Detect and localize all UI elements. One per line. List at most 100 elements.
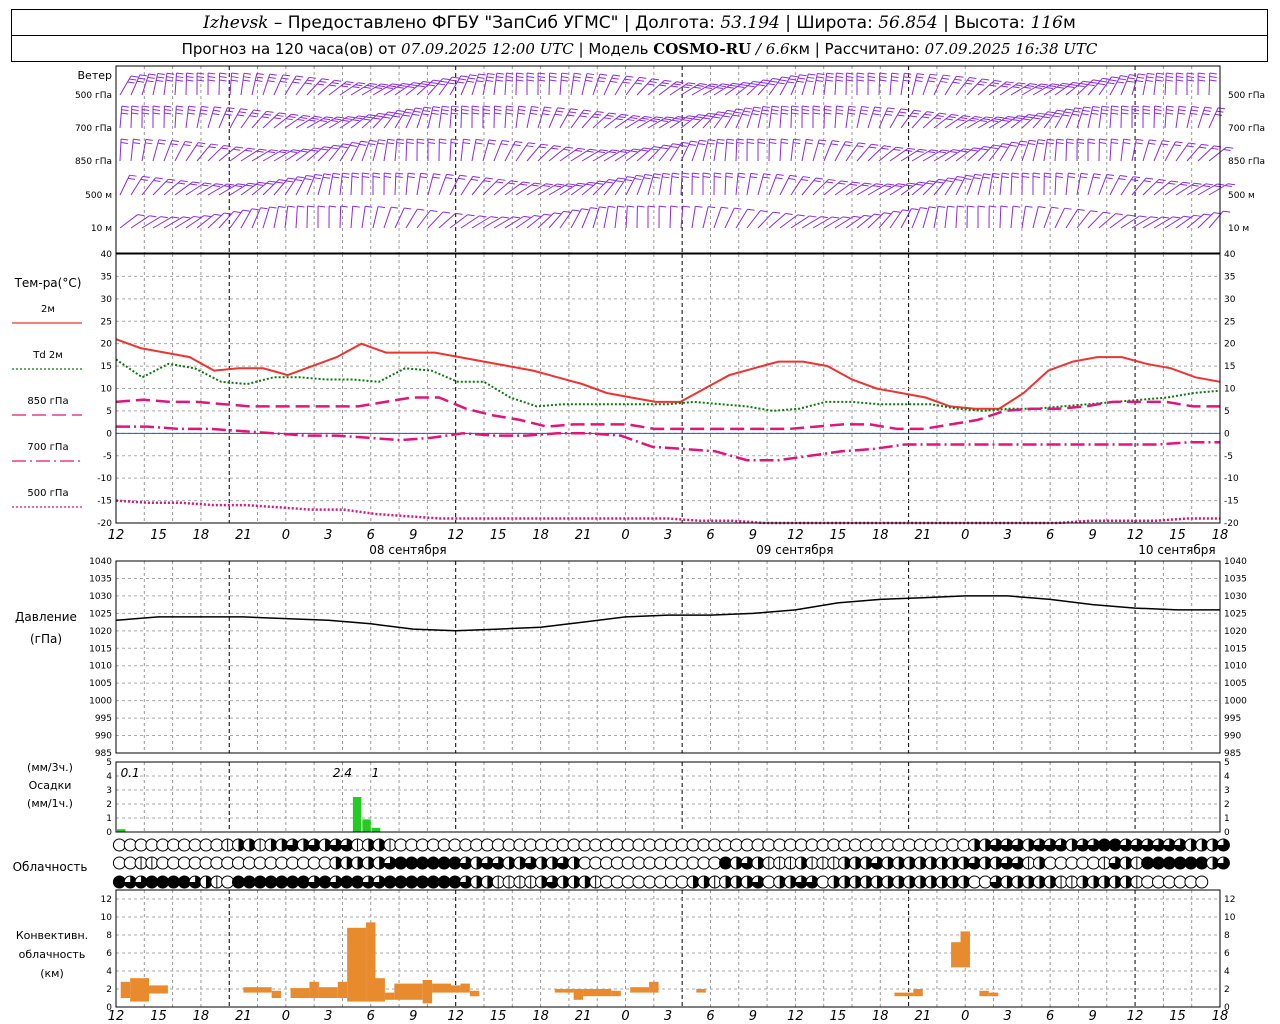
temp-tick-right: 0 — [1224, 429, 1230, 439]
wind-barb — [1109, 106, 1113, 129]
wind-barb-flag — [894, 185, 902, 188]
cloud-symbol-fill — [145, 876, 158, 888]
wind-barb-flag — [303, 115, 311, 117]
wind-barb-flag — [433, 173, 441, 176]
wind-barb-flag — [643, 177, 651, 180]
wind-barb-flag — [722, 115, 731, 118]
time-tick-label: 12 — [447, 528, 464, 543]
wind-frame — [115, 65, 1221, 254]
wind-barb-flag — [164, 109, 172, 112]
wind-barb-flag — [828, 178, 836, 181]
wind-barb-flag — [662, 176, 670, 179]
wind-barb-flag — [736, 138, 744, 141]
wind-barb-flag — [288, 177, 296, 180]
wind-barb-flag — [1056, 86, 1064, 89]
time-tick-label: 18 — [532, 528, 549, 543]
wind-barb — [185, 106, 190, 129]
wind-barb-flag — [544, 106, 552, 109]
wind-barb-flag — [663, 144, 671, 147]
wind-barb-flag — [332, 172, 341, 175]
wind-barb-flag — [516, 76, 524, 79]
wind-barb-flag — [142, 105, 150, 108]
wind-barb-flag — [644, 115, 652, 118]
wind-barb-flag — [249, 115, 257, 118]
wind-barb-flag — [1111, 142, 1119, 145]
wind-barb-flag — [644, 173, 652, 176]
cloud-symbol — [177, 856, 191, 870]
wind-barb-flag — [287, 205, 295, 208]
wind-barb-flag — [579, 115, 587, 118]
wind-barb-flag — [175, 112, 183, 115]
wind-barb-flag — [121, 112, 129, 115]
wind-barb-flag — [793, 138, 801, 141]
wind-level-label-right: 500 гПа — [1228, 91, 1265, 101]
wind-barb-flag — [747, 138, 755, 141]
wind-barb-flag — [267, 151, 275, 154]
wind-barb-flag — [148, 73, 156, 76]
wind-barb-flag — [1018, 143, 1026, 146]
wind-barb-flag — [806, 138, 814, 141]
wind-barb-flag — [147, 76, 155, 79]
wind-barb-flag — [1175, 141, 1183, 144]
wind-barb-flag — [682, 205, 690, 208]
wind-barb-flag — [911, 112, 919, 115]
wind-barb-flag — [430, 210, 438, 212]
wind-barb-flag — [359, 143, 367, 146]
wind-barb-flag — [384, 176, 392, 179]
wind-barb-flag — [643, 147, 651, 150]
wind-barb-flag — [325, 116, 334, 119]
cloud-symbol — [903, 838, 917, 852]
wind-barb-flag — [413, 82, 421, 85]
wind-barb-flag — [432, 176, 440, 179]
wind-barb-flag — [661, 82, 669, 85]
wind-barb — [1153, 73, 1158, 96]
wind-level-label-left: 700 гПа — [75, 124, 112, 134]
wind-barb-flag — [472, 105, 480, 108]
wind-barb-flag — [594, 113, 602, 116]
wind-barb-flag — [542, 185, 550, 188]
wind-barb-flag — [891, 76, 899, 79]
wind-barb — [724, 172, 727, 196]
wind-barb-flag — [825, 181, 834, 184]
wind-title: Ветер — [78, 69, 112, 82]
wind-barb-flag — [585, 79, 593, 82]
wind-barb — [779, 214, 798, 229]
temp-tick-left: 15 — [101, 362, 112, 372]
wind-barb-flag — [747, 142, 755, 145]
wind-barb-flag — [1092, 176, 1100, 179]
wind-barb-flag — [366, 84, 374, 87]
time-tick-label-bottom: 3 — [324, 1009, 332, 1024]
temp-legend-label: 850 гПа — [27, 396, 68, 407]
wind-barb-flag — [377, 206, 386, 209]
wind-barb-flag — [982, 118, 991, 121]
cloud-symbol — [426, 838, 440, 852]
wind-barb-flag — [1012, 205, 1021, 208]
wind-barb-flag — [695, 205, 703, 208]
wind-barb-flag — [475, 142, 483, 145]
wind-barb-flag — [899, 111, 907, 114]
wind-barb-flag — [567, 183, 576, 186]
wind-barb — [955, 206, 958, 229]
wind-barb-flag — [494, 105, 502, 108]
wind-barb-flag — [534, 214, 542, 217]
wind-barb-flag — [451, 109, 459, 112]
wind-barb-flag — [1126, 80, 1134, 83]
wind-barb-flag — [742, 113, 750, 116]
wind-barb-flag — [1032, 172, 1041, 175]
time-tick-label-bottom: 12 — [447, 1009, 464, 1024]
convective-bar — [979, 990, 989, 997]
wind-barb-flag — [681, 141, 689, 144]
wind-barb-flag — [597, 151, 605, 154]
cloud-symbol — [231, 856, 245, 870]
wind-barb-flag — [753, 106, 761, 109]
wind-barb-flag — [165, 181, 173, 184]
wind-barb-flag — [121, 109, 129, 112]
cloud-symbol-fill — [1141, 857, 1154, 869]
wind-barb-flag — [577, 147, 586, 150]
wind-barb-flag — [1115, 213, 1123, 216]
wind-barb-flag — [377, 85, 386, 88]
wind-barb-flag — [332, 176, 340, 179]
wind-barb-flag — [1102, 77, 1110, 80]
wind-barb-flag — [917, 73, 925, 76]
wind-barb-flag — [1166, 112, 1174, 115]
